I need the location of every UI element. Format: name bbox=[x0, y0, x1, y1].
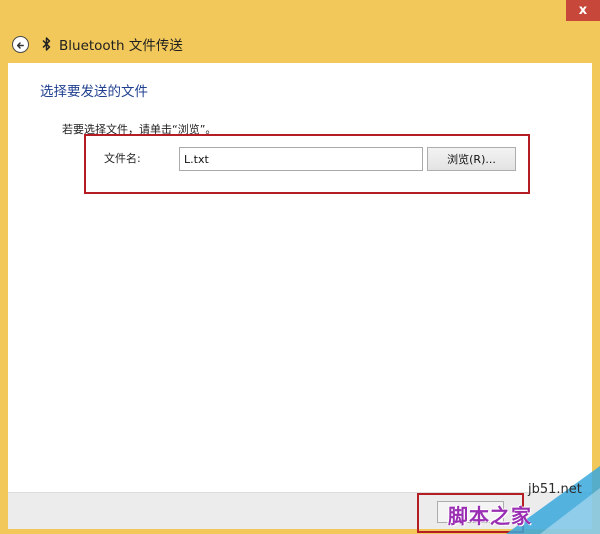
back-button[interactable] bbox=[12, 35, 29, 54]
back-arrow-icon bbox=[16, 35, 25, 54]
page-heading: 选择要发送的文件 bbox=[40, 84, 148, 100]
dialog-content: 选择要发送的文件 若要选择文件，请单击“浏览”。 文件名: 浏览(R)... bbox=[8, 63, 592, 492]
bluetooth-icon bbox=[41, 36, 51, 52]
watermark-site-name: 脚本之家 bbox=[448, 504, 532, 528]
window-close-button[interactable]: x bbox=[566, 0, 600, 21]
watermark-url: jb51.net bbox=[528, 482, 582, 497]
window-title: Bluetooth 文件传送 bbox=[59, 38, 183, 54]
file-name-label: 文件名: bbox=[104, 152, 141, 165]
dialog-header: Bluetooth 文件传送 bbox=[8, 25, 592, 63]
browse-button[interactable]: 浏览(R)... bbox=[427, 147, 516, 171]
file-name-input[interactable] bbox=[179, 147, 423, 171]
close-icon: x bbox=[578, 3, 588, 18]
